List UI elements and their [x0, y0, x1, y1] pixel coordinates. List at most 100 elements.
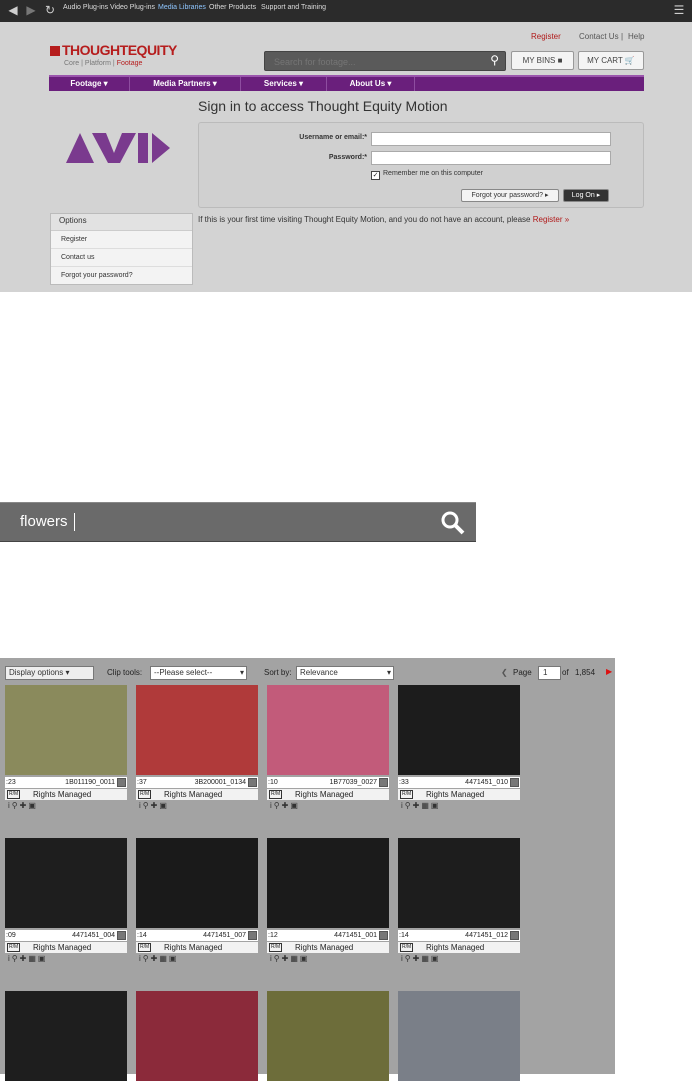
clip-tile[interactable]: :14 4471451_012 R/M Rights Managed i⚲✚▦▣ [398, 838, 520, 965]
remember-checkbox[interactable]: ✓ [371, 171, 380, 180]
top-contact-link[interactable]: Contact Us [579, 32, 619, 41]
storyboard-icon[interactable]: ▦ [159, 954, 169, 963]
clip-tile[interactable] [267, 991, 389, 1081]
select-checkbox[interactable] [379, 778, 388, 787]
clip-thumbnail[interactable] [398, 685, 520, 775]
clip-thumbnail[interactable] [267, 991, 389, 1081]
clip-thumbnail[interactable] [136, 991, 258, 1081]
first-time-register-link[interactable]: Register » [533, 215, 569, 224]
clip-thumbnail[interactable] [136, 838, 258, 928]
top-register-link[interactable]: Register [531, 32, 561, 41]
cart-icon[interactable]: ▣ [431, 801, 441, 810]
clip-tile[interactable]: :10 1B77039_0027 R/M Rights Managed i⚲✚▣ [267, 685, 389, 812]
nav-services[interactable]: Services ▾ [241, 77, 327, 91]
zoom-icon[interactable]: ⚲ [274, 954, 282, 963]
clip-thumbnail[interactable] [267, 838, 389, 928]
nav-footage[interactable]: Footage ▾ [49, 77, 130, 91]
thought-equity-logo[interactable]: THOUGHTEQUITY Core | Platform | Footage [50, 42, 177, 67]
clip-tile[interactable] [136, 991, 258, 1081]
cart-icon[interactable]: ▣ [28, 801, 38, 810]
top-help-link[interactable]: Help [628, 32, 644, 41]
select-checkbox[interactable] [510, 778, 519, 787]
clip-tile[interactable]: :14 4471451_007 R/M Rights Managed i⚲✚▦▣ [136, 838, 258, 965]
options-contact-link[interactable]: Contact us [51, 249, 192, 267]
select-checkbox[interactable] [510, 931, 519, 940]
nav-support-training[interactable]: Support and Training [261, 4, 326, 11]
refresh-icon[interactable]: ↻ [43, 3, 57, 17]
cart-icon[interactable]: ▣ [159, 801, 169, 810]
clip-tile[interactable]: :23 1B011190_0011 R/M Rights Managed i⚲✚▣ [5, 685, 127, 812]
forgot-password-button[interactable]: Forgot your password? ▸ [461, 189, 559, 202]
forward-arrow-icon[interactable]: ▶ [24, 3, 38, 17]
options-forgot-link[interactable]: Forgot your password? [51, 267, 192, 284]
clip-tile[interactable]: :37 3B200001_0134 R/M Rights Managed i⚲✚▣ [136, 685, 258, 812]
clip-tile[interactable]: :12 4471451_001 R/M Rights Managed i⚲✚▦▣ [267, 838, 389, 965]
back-arrow-icon[interactable]: ◀ [6, 3, 20, 17]
clip-tile[interactable]: :09 4471451_004 R/M Rights Managed i⚲✚▦▣ [5, 838, 127, 965]
username-input[interactable] [371, 132, 611, 146]
storyboard-icon[interactable]: ▦ [421, 954, 431, 963]
clip-thumbnail[interactable] [398, 991, 520, 1081]
cart-icon[interactable]: ▣ [431, 954, 441, 963]
cart-icon[interactable]: ▣ [38, 954, 48, 963]
zoom-icon[interactable]: ⚲ [274, 801, 282, 810]
clip-thumbnail[interactable] [398, 838, 520, 928]
nav-audio-plugins[interactable]: Audio Plug-ins [63, 4, 108, 11]
zoom-icon[interactable]: ⚲ [405, 954, 413, 963]
cart-icon[interactable]: ▣ [290, 801, 300, 810]
clip-thumbnail[interactable] [5, 838, 127, 928]
zoom-icon[interactable]: ⚲ [405, 801, 413, 810]
zoom-icon[interactable]: ⚲ [143, 954, 151, 963]
search-icon[interactable]: ⚲ [490, 53, 499, 67]
clip-id: 4471451_004 [72, 932, 115, 939]
my-bins-button[interactable]: MY BINS ■ [511, 51, 574, 70]
footage-search-input[interactable] [265, 53, 474, 71]
clip-tools-select[interactable]: --Please select-- ▾ [150, 666, 247, 680]
display-options-dropdown[interactable]: Display options ▾ [5, 666, 94, 680]
zoom-icon[interactable]: ⚲ [12, 954, 20, 963]
zoom-icon[interactable]: ⚲ [143, 801, 151, 810]
options-register-link[interactable]: Register [51, 231, 192, 249]
nav-other-products[interactable]: Other Products [209, 4, 256, 11]
clip-meta: :23 1B011190_0011 [5, 777, 127, 788]
log-on-button[interactable]: Log On ▸ [563, 189, 609, 202]
clip-tile[interactable] [5, 991, 127, 1081]
storyboard-icon[interactable]: ▦ [290, 954, 300, 963]
search-icon[interactable] [440, 510, 466, 536]
prev-page-icon[interactable]: ❮ [501, 668, 508, 677]
select-checkbox[interactable] [379, 931, 388, 940]
logo-footage: Footage [116, 60, 143, 67]
select-checkbox[interactable] [248, 778, 257, 787]
browser-toolbar: ◀ ▶ ↻ Audio Plug-ins Video Plug-ins Medi… [0, 0, 692, 22]
rights-managed-badge: R/M [7, 790, 21, 799]
clip-rights: R/M Rights Managed [136, 942, 258, 953]
storyboard-icon[interactable]: ▦ [28, 954, 38, 963]
zoom-icon[interactable]: ⚲ [12, 801, 20, 810]
search-query-input[interactable]: flowers [20, 513, 68, 530]
options-panel: Options Register Contact us Forgot your … [50, 213, 193, 285]
page-number-input[interactable]: 1 [538, 666, 561, 680]
clip-tile[interactable]: :33 4471451_010 R/M Rights Managed i⚲✚▦▣ [398, 685, 520, 812]
select-checkbox[interactable] [117, 931, 126, 940]
folder-icon: ■ [557, 56, 563, 65]
menu-icon[interactable]: ☰ [672, 3, 686, 17]
select-checkbox[interactable] [248, 931, 257, 940]
nav-about-us[interactable]: About Us ▾ [327, 77, 415, 91]
nav-media-partners[interactable]: Media Partners ▾ [130, 77, 241, 91]
password-input[interactable] [371, 151, 611, 165]
clip-thumbnail[interactable] [5, 685, 127, 775]
storyboard-icon[interactable]: ▦ [421, 801, 431, 810]
nav-video-plugins[interactable]: Video Plug-ins [110, 4, 155, 11]
nav-media-libraries[interactable]: Media Libraries [158, 4, 206, 11]
sort-by-select[interactable]: Relevance ▾ [296, 666, 394, 680]
clip-thumbnail[interactable] [136, 685, 258, 775]
clip-meta: :10 1B77039_0027 [267, 777, 389, 788]
clip-thumbnail[interactable] [267, 685, 389, 775]
clip-tile[interactable] [398, 991, 520, 1081]
cart-icon[interactable]: ▣ [300, 954, 310, 963]
my-cart-button[interactable]: MY CART 🛒 [578, 51, 644, 70]
clip-thumbnail[interactable] [5, 991, 127, 1081]
cart-icon[interactable]: ▣ [169, 954, 179, 963]
next-page-icon[interactable]: ▶ [606, 667, 612, 676]
select-checkbox[interactable] [117, 778, 126, 787]
